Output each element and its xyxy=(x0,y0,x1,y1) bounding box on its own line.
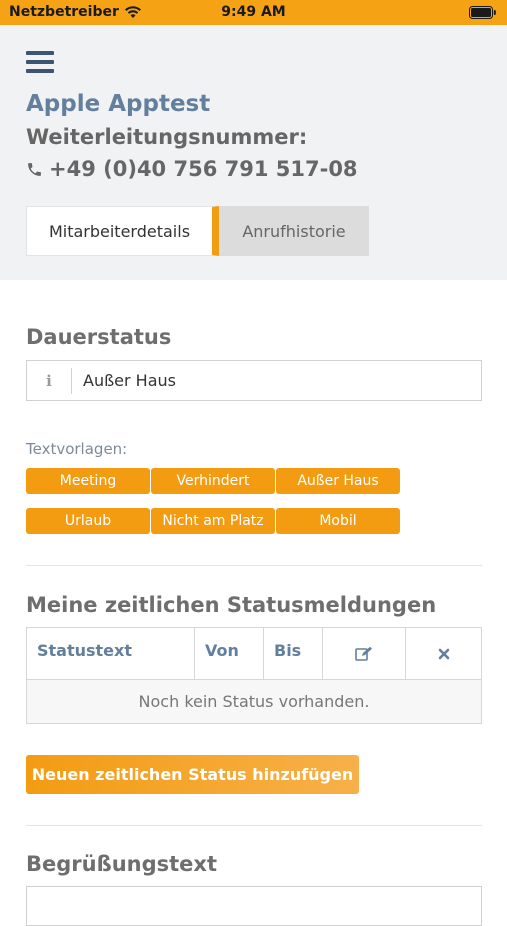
template-urlaub-button[interactable]: Urlaub xyxy=(26,508,150,534)
greeting-text-field[interactable] xyxy=(26,886,482,926)
template-mobil-button[interactable]: Mobil xyxy=(276,508,400,534)
battery-icon xyxy=(469,6,496,19)
edit-icon xyxy=(355,646,372,661)
forward-number-title: Weiterleitungsnummer: xyxy=(26,125,308,149)
forward-number-text: +49 (0)40 756 791 517-08 xyxy=(49,157,358,181)
column-von: Von xyxy=(195,628,264,679)
status-bar: Netzbetreiber 9:49 AM xyxy=(0,0,507,25)
statusmeldungen-title: Meine zeitlichen Statusmeldungen xyxy=(26,593,437,617)
company-name: Apple Apptest xyxy=(26,91,211,117)
status-table-header: Statustext Von Bis xyxy=(27,628,481,680)
divider xyxy=(26,565,482,566)
begruessung-title: Begrüßungstext xyxy=(26,852,217,876)
status-table: Statustext Von Bis Noch kein Status vorh… xyxy=(26,627,482,724)
template-nicht-am-platz-button[interactable]: Nicht am Platz xyxy=(151,508,275,534)
profile-header: Apple Apptest Weiterleitungsnummer: +49 … xyxy=(0,25,507,280)
column-delete xyxy=(406,628,481,679)
template-ausser-haus-button[interactable]: Außer Haus xyxy=(276,468,400,494)
tab-anrufhistorie[interactable]: Anrufhistorie xyxy=(219,206,369,256)
template-verhindert-button[interactable]: Verhindert xyxy=(151,468,275,494)
tab-mitarbeiterdetails[interactable]: Mitarbeiterdetails xyxy=(26,206,219,256)
info-icon: i xyxy=(27,367,72,394)
status-empty-message: Noch kein Status vorhanden. xyxy=(27,680,481,723)
column-bis: Bis xyxy=(264,628,323,679)
menu-icon[interactable] xyxy=(26,51,54,73)
dauerstatus-field[interactable]: i xyxy=(26,360,482,401)
divider xyxy=(26,825,482,826)
clock: 9:49 AM xyxy=(221,4,286,20)
textvorlagen-label: Textvorlagen: xyxy=(26,440,128,458)
column-statustext: Statustext xyxy=(27,628,195,679)
forward-number[interactable]: +49 (0)40 756 791 517-08 xyxy=(26,157,358,181)
dauerstatus-input[interactable] xyxy=(72,370,465,391)
phone-icon xyxy=(28,162,41,176)
add-status-button[interactable]: Neuen zeitlichen Status hinzufügen xyxy=(26,755,359,794)
close-icon xyxy=(438,648,449,659)
column-edit xyxy=(323,628,406,679)
template-meeting-button[interactable]: Meeting xyxy=(26,468,150,494)
dauerstatus-title: Dauerstatus xyxy=(26,325,172,349)
